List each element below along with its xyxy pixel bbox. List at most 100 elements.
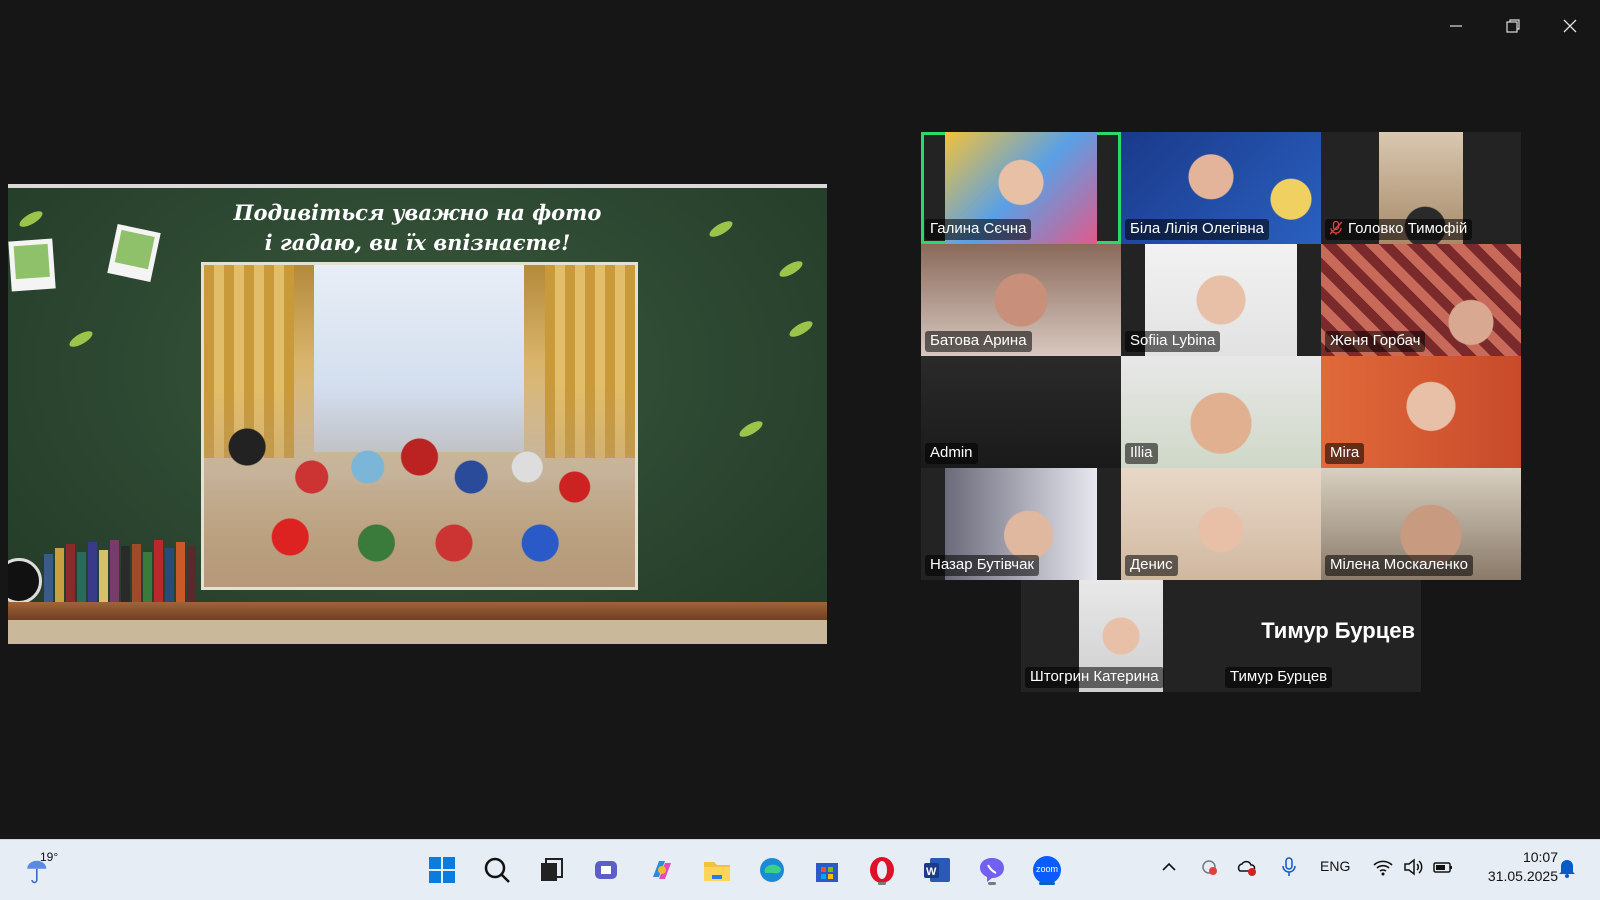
copilot-icon [653,861,671,879]
file-explorer-icon [704,862,730,881]
active-indicator [1039,882,1055,885]
books [44,540,204,602]
word-button[interactable]: W [919,852,955,888]
participant-name-text: Головко Тимофій [1348,220,1468,237]
task-view-icon [541,858,563,881]
app-tray-button[interactable] [1198,856,1220,878]
microphone-button[interactable] [1278,856,1300,878]
notifications-button[interactable] [1556,856,1578,878]
opera-button[interactable] [864,852,900,888]
participant-tile[interactable]: Admin [921,356,1121,468]
copilot-button[interactable] [644,852,680,888]
participant-name: Біла Лілія Олегівна [1125,219,1269,240]
participant-name: Illia [1125,443,1158,464]
participant-tile[interactable]: Тимур Бурцев Тимур Бурцев [1221,580,1421,692]
battery-icon [1433,862,1452,873]
participant-tile[interactable]: Галина Сєчна [921,132,1121,244]
participant-gallery: Галина Сєчна Біла Лілія Олегівна Головко… [921,132,1521,695]
participant-name: Mira [1325,443,1365,464]
participant-tile[interactable]: Illia [1121,356,1321,468]
leaf-decoration [737,418,765,440]
slide-edge [8,184,827,188]
participant-name: Денис [1125,555,1178,576]
speaker-icon [1404,858,1423,876]
children-group [204,387,635,587]
edge-button[interactable] [754,852,790,888]
search-button[interactable] [479,852,515,888]
participant-tile[interactable]: Денис [1121,468,1321,580]
chat-icon [595,861,617,879]
chevron-up-icon [1162,862,1176,871]
floor [8,620,827,644]
weather-temperature: 19° [40,850,59,864]
participant-tile[interactable]: Mira [1321,356,1521,468]
participant-name: Женя Горбач [1325,331,1426,352]
svg-text:W: W [926,866,937,878]
onedrive-button[interactable] [1236,856,1258,878]
opera-icon [870,857,894,883]
weather-widget[interactable]: 19° [24,850,64,890]
taskbar: 19° W zoom ENG 10:07 31.05.2025 [0,839,1600,900]
app-tray-icon [1202,860,1217,875]
zoom-icon-label: zoom [1035,864,1058,874]
wifi-button[interactable] [1372,856,1394,878]
start-button[interactable] [424,852,460,888]
restore-button[interactable] [1490,8,1536,44]
zoom-button[interactable]: zoom [1029,852,1065,888]
viber-button[interactable] [974,852,1010,888]
participant-name: Admin [925,443,978,464]
volume-button[interactable] [1402,856,1424,878]
leaf-decoration [787,318,815,340]
participant-tile[interactable]: Sofiia Lybina [1121,244,1321,356]
participant-tile[interactable]: Назар Бутівчак [921,468,1121,580]
participant-name: Галина Сєчна [925,219,1032,240]
language-indicator[interactable]: ENG [1320,858,1350,874]
participant-tile[interactable]: Головко Тимофій [1321,132,1521,244]
slide-title-line2: і гадаю, ви їх впізнаєте! [264,230,571,255]
clock-time: 10:07 [1522,849,1558,865]
participant-name: Тимур Бурцев [1225,667,1333,688]
store-icon [816,863,838,882]
running-indicator [988,882,996,885]
battery-button[interactable] [1432,856,1454,878]
show-hidden-icons-button[interactable] [1158,856,1180,878]
word-icon: W [924,858,950,882]
file-explorer-button[interactable] [699,852,735,888]
chat-button[interactable] [589,852,625,888]
system-clock[interactable]: 10:07 31.05.2025 [1488,848,1558,886]
edge-icon [760,858,784,882]
shelf [8,602,827,620]
participant-name: Sofiia Lybina [1125,331,1221,352]
shared-screen: Подивіться уважно на фото і гадаю, ви їх… [8,184,827,644]
participant-tile[interactable]: Штогрин Катерина [1021,580,1221,692]
restore-icon [1506,19,1520,33]
participant-name: Батова Арина [925,331,1032,352]
participant-name: Назар Бутівчак [925,555,1039,576]
cloud-error-icon [1237,860,1256,876]
slide-title: Подивіться уважно на фото і гадаю, ви їх… [8,198,827,258]
running-indicator [878,882,886,885]
start-icon [429,857,455,883]
clock-date: 31.05.2025 [1487,868,1558,884]
wifi-icon [1373,860,1393,876]
store-button[interactable] [809,852,845,888]
viber-icon [980,858,1004,882]
group-photo [201,262,638,590]
minimize-icon [1450,25,1462,27]
participant-name: Штогрин Катерина [1025,667,1164,688]
minimize-button[interactable] [1433,8,1479,44]
task-view-button[interactable] [534,852,570,888]
participant-name: Мілена Москаленко [1325,555,1473,576]
participant-tile[interactable]: Мілена Москаленко [1321,468,1521,580]
slide-title-line1: Подивіться уважно на фото [233,200,602,225]
search-icon [484,857,510,883]
wall-clock-decoration [8,558,42,604]
leaf-decoration [67,328,95,350]
participant-video-off-name: Тимур Бурцев [1261,618,1415,643]
participant-tile[interactable]: Батова Арина [921,244,1121,356]
bell-icon [1559,860,1575,878]
close-button[interactable] [1547,8,1593,44]
close-icon [1563,19,1577,33]
participant-tile[interactable]: Женя Горбач [1321,244,1521,356]
participant-tile[interactable]: Біла Лілія Олегівна [1121,132,1321,244]
